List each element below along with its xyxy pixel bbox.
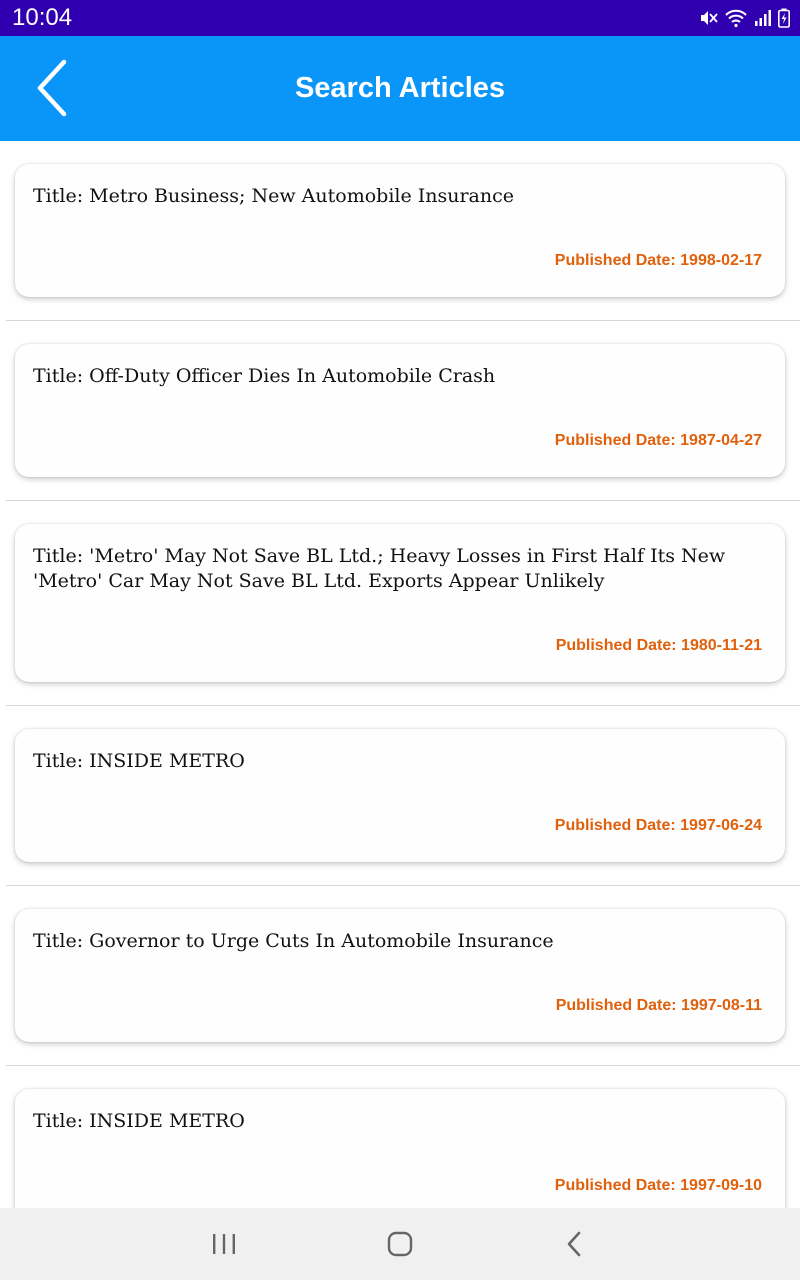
- article-title: Title: INSIDE METRO: [33, 1110, 245, 1132]
- article-date: Published Date: 1998-02-17: [554, 252, 762, 269]
- article-date: Published Date: 1980-11-21: [555, 637, 762, 654]
- article-card[interactable]: Title: INSIDE METRO Published Date: 1997…: [15, 729, 785, 862]
- article-date: Published Date: 1997-06-24: [554, 817, 762, 834]
- article-title: Title: Metro Business; New Automobile In…: [33, 185, 515, 207]
- wifi-icon: [724, 8, 748, 28]
- list-item: Title: Off-Duty Officer Dies In Automobi…: [0, 321, 800, 501]
- article-date: Published Date: 1997-09-10: [554, 1177, 762, 1194]
- article-card[interactable]: Title: INSIDE METRO Published Date: 1997…: [15, 1089, 785, 1208]
- signal-icon: [754, 8, 772, 28]
- article-list[interactable]: Title: Metro Business; New Automobile In…: [0, 141, 800, 1208]
- list-item: Title: Governor to Urge Cuts In Automobi…: [0, 886, 800, 1066]
- recent-apps-icon: [213, 1234, 235, 1254]
- mute-icon: [698, 8, 718, 28]
- list-item: Title: INSIDE METRO Published Date: 1997…: [0, 1066, 800, 1208]
- home-icon: [387, 1231, 413, 1257]
- status-bar: 10:04: [0, 0, 800, 36]
- list-item: Title: Metro Business; New Automobile In…: [0, 141, 800, 321]
- article-card[interactable]: Title: Governor to Urge Cuts In Automobi…: [15, 909, 785, 1042]
- recent-apps-button[interactable]: [204, 1224, 244, 1264]
- app-bar: Search Articles: [0, 36, 800, 141]
- article-date: Published Date: 1987-04-27: [554, 432, 762, 449]
- article-title: Title: Governor to Urge Cuts In Automobi…: [33, 930, 554, 952]
- nav-back-button[interactable]: [555, 1224, 595, 1264]
- home-button[interactable]: [380, 1224, 420, 1264]
- back-button[interactable]: [22, 56, 86, 120]
- article-card[interactable]: Title: Metro Business; New Automobile In…: [15, 164, 785, 297]
- battery-charging-icon: [778, 8, 790, 28]
- list-item: Title: INSIDE METRO Published Date: 1997…: [0, 706, 800, 886]
- article-date: Published Date: 1997-08-11: [555, 997, 762, 1014]
- article-title: Title: 'Metro' May Not Save BL Ltd.; Hea…: [33, 545, 726, 592]
- status-icons: [698, 6, 790, 30]
- system-nav-bar: [0, 1208, 800, 1280]
- page-title: Search Articles: [294, 72, 506, 104]
- article-card[interactable]: Title: Off-Duty Officer Dies In Automobi…: [15, 344, 785, 477]
- article-card[interactable]: Title: 'Metro' May Not Save BL Ltd.; Hea…: [15, 524, 785, 682]
- chevron-left-icon: [37, 59, 67, 117]
- list-item: Title: 'Metro' May Not Save BL Ltd.; Hea…: [0, 501, 800, 706]
- back-icon: [567, 1231, 581, 1257]
- article-title: Title: INSIDE METRO: [33, 750, 245, 772]
- article-title: Title: Off-Duty Officer Dies In Automobi…: [33, 365, 496, 387]
- status-time: 10:04: [12, 4, 73, 31]
